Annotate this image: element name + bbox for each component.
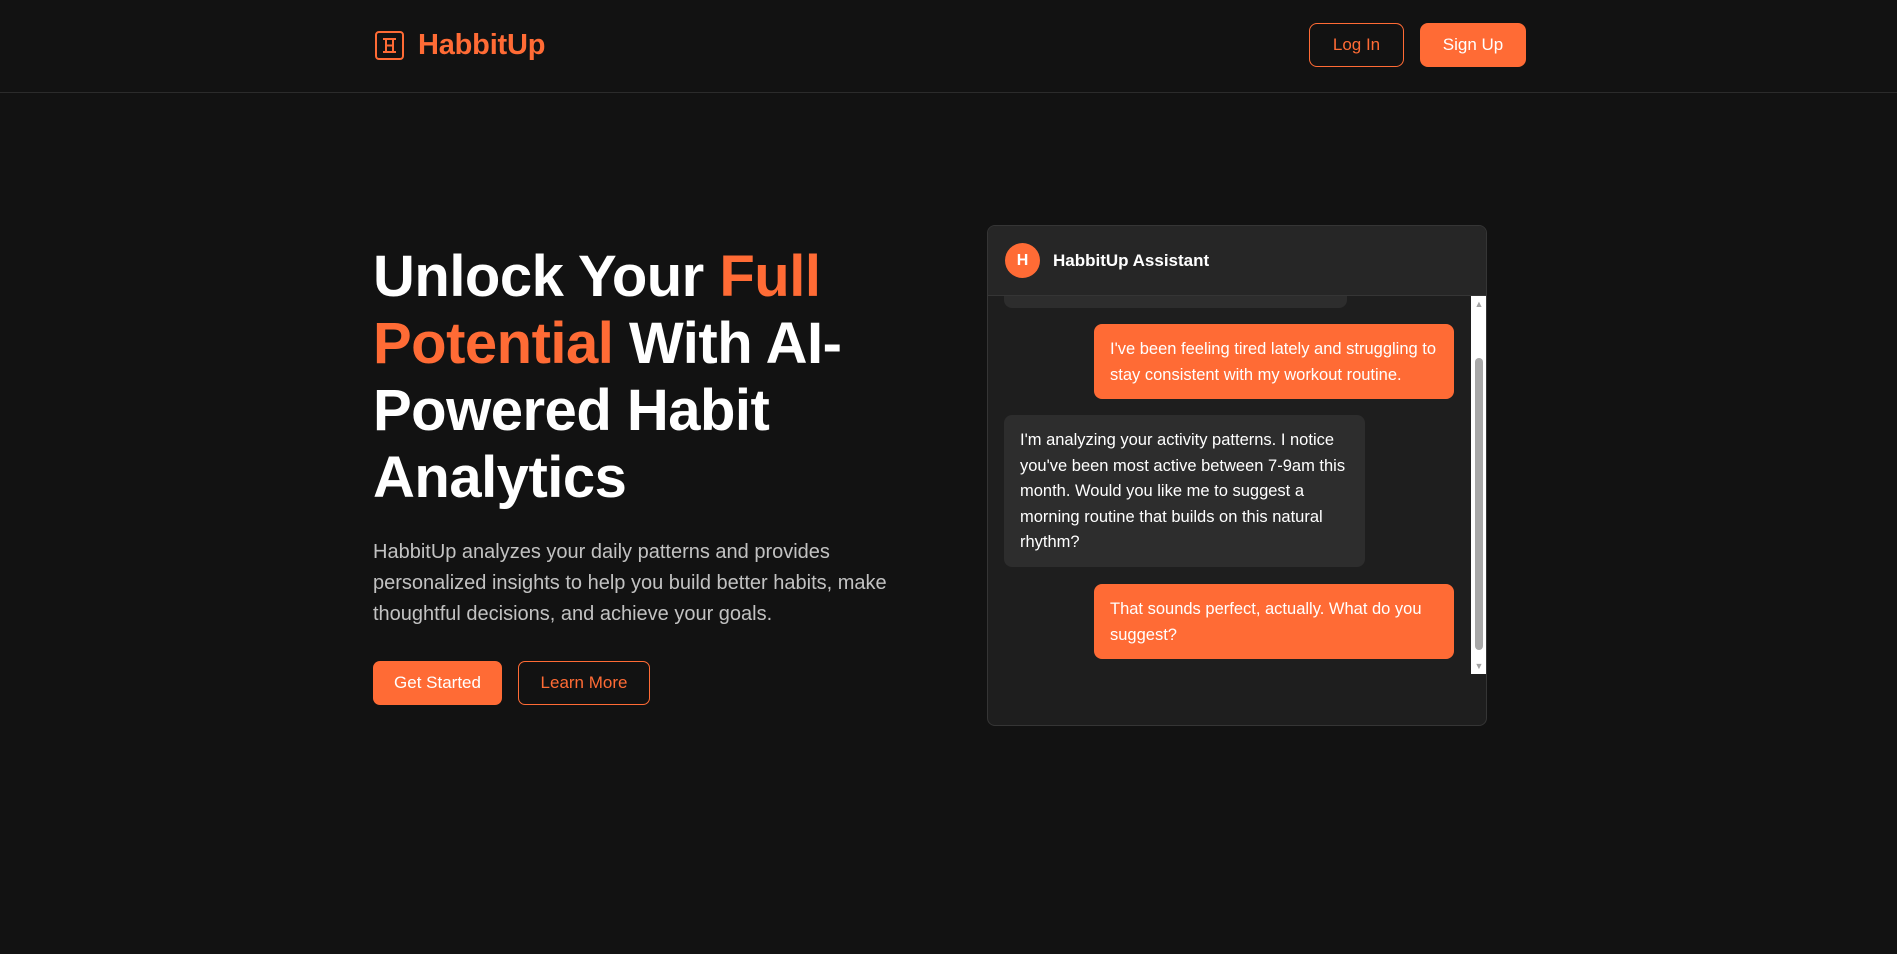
user-message: I've been feeling tired lately and strug… xyxy=(1094,324,1454,399)
scroll-down-arrow-icon[interactable]: ▼ xyxy=(1471,658,1486,674)
scroll-up-arrow-icon[interactable]: ▲ xyxy=(1471,296,1486,312)
assistant-avatar: H xyxy=(1005,243,1040,278)
chat-header: H HabbitUp Assistant xyxy=(988,226,1486,296)
login-button[interactable]: Log In xyxy=(1309,23,1404,67)
signup-button[interactable]: Sign Up xyxy=(1420,23,1526,67)
top-navbar: HabbitUp Log In Sign Up xyxy=(0,0,1897,93)
brand-name: HabbitUp xyxy=(418,28,546,61)
habit-logo-icon xyxy=(373,29,406,62)
previous-message-bubble xyxy=(1004,296,1347,308)
learn-more-button[interactable]: Learn More xyxy=(518,661,650,705)
assistant-message: I'm analyzing your activity patterns. I … xyxy=(1004,415,1365,567)
brand-logo[interactable]: HabbitUp xyxy=(373,24,545,66)
chat-scrollbar[interactable]: ▲ ▼ xyxy=(1471,296,1486,674)
chat-title: HabbitUp Assistant xyxy=(1053,250,1210,270)
get-started-button[interactable]: Get Started xyxy=(373,661,502,705)
hero-title-part1: Unlock Your xyxy=(373,244,720,309)
scrollbar-thumb[interactable] xyxy=(1475,358,1483,650)
hero-description: HabbitUp analyzes your daily patterns an… xyxy=(373,541,887,625)
user-message: That sounds perfect, actually. What do y… xyxy=(1094,584,1454,659)
hero-title: Unlock Your Full Potential With AI-Power… xyxy=(373,243,893,511)
assistant-chat-card: H HabbitUp Assistant I've been feeling t… xyxy=(987,225,1487,726)
chat-message-list[interactable]: I've been feeling tired lately and strug… xyxy=(988,296,1471,674)
